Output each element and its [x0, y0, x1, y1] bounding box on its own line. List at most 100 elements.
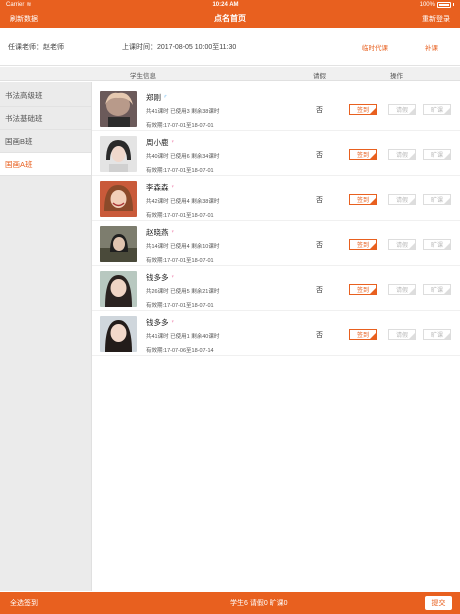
class-time-label: 上课时间：2017-08-05 10:00至11:30: [122, 43, 237, 51]
wifi-icon: ≋: [26, 2, 32, 8]
class-sidebar: 书法高级班 书法基础班 国画B班 国画A班: [0, 82, 92, 591]
sign-in-button[interactable]: 签到: [349, 194, 377, 205]
sidebar-item-label: 国画A班: [5, 159, 33, 169]
leave-status: 否: [316, 242, 323, 249]
submit-button[interactable]: 提交: [425, 596, 452, 610]
female-icon: ♀: [170, 228, 175, 235]
student-validity: 有效期:17-07-06至18-07-14: [146, 348, 214, 354]
table-row: 赵晓燕 ♀ 共14课时 已使用4 剩余10课时 有效期:17-07-01至18-…: [92, 221, 460, 266]
leave-button[interactable]: 请假: [388, 329, 416, 340]
makeup-class-button[interactable]: 补课: [425, 42, 438, 52]
leave-button[interactable]: 请假: [388, 104, 416, 115]
student-name-group: 周小鹿 ♀: [146, 137, 175, 148]
female-icon: ♀: [170, 183, 175, 190]
carrier-group: Carrier ≋: [6, 1, 32, 9]
student-hours: 共14课时 已使用4 剩余10课时: [146, 244, 220, 250]
leave-status: 否: [316, 107, 323, 114]
student-name: 周小鹿: [146, 138, 169, 147]
battery-tip: [452, 3, 454, 6]
leave-button[interactable]: 请假: [388, 194, 416, 205]
clock: 10:24 AM: [212, 1, 239, 8]
student-validity: 有效期:17-07-01至18-07-01: [146, 303, 214, 309]
sign-in-button[interactable]: 签到: [349, 149, 377, 160]
battery-percent: 100%: [419, 1, 435, 8]
battery-icon: [436, 1, 451, 8]
leave-status: 否: [316, 197, 323, 204]
table-row: 钱多多 ♀ 共26课时 已使用5 剩余21课时 有效期:17-07-01至18-…: [92, 266, 460, 311]
student-validity: 有效期:17-07-01至18-07-01: [146, 213, 214, 219]
attendance-stats: 学生6 请假0 旷课0: [230, 600, 288, 607]
student-hours: 共41课时 已使用1 剩余40课时: [146, 334, 220, 340]
teacher-label: 任课老师：赵老师: [8, 43, 64, 51]
table-row: 周小鹿 ♀ 共40课时 已使用6 剩余34课时 有效期:17-07-01至18-…: [92, 131, 460, 176]
leave-button[interactable]: 请假: [388, 239, 416, 250]
student-validity: 有效期:17-07-01至18-07-01: [146, 123, 214, 129]
student-name: 赵晓燕: [146, 228, 169, 237]
avatar: [100, 136, 137, 172]
leave-status: 否: [316, 152, 323, 159]
female-icon: ♀: [170, 138, 175, 145]
sidebar-item-painting-b[interactable]: 国画B班: [0, 130, 91, 153]
avatar: [100, 181, 137, 217]
battery-group: 100%: [419, 1, 454, 8]
student-name-group: 李森森 ♀: [146, 182, 175, 193]
table-row: 李森森 ♀ 共42课时 已使用4 剩余38课时 有效期:17-07-01至18-…: [92, 176, 460, 221]
sidebar-item-label: 国画B班: [5, 136, 33, 146]
carrier-label: Carrier: [6, 1, 25, 8]
sign-in-button[interactable]: 签到: [349, 239, 377, 250]
leave-status: 否: [316, 287, 323, 294]
absent-button[interactable]: 旷课: [423, 104, 451, 115]
student-validity: 有效期:17-07-01至18-07-01: [146, 168, 214, 174]
refresh-data-button[interactable]: 刷新数据: [10, 14, 38, 24]
select-all-sign-button[interactable]: 全选签到: [10, 598, 38, 608]
student-hours: 共42课时 已使用4 剩余38课时: [146, 199, 220, 205]
table-row: 郑刚 ♂ 共41课时 已使用3 剩余38课时 有效期:17-07-01至18-0…: [92, 86, 460, 131]
sidebar-item-calligraphy-basic[interactable]: 书法基础班: [0, 107, 91, 130]
bottom-bar: 全选签到 学生6 请假0 旷课0 提交: [0, 592, 460, 614]
student-name: 李森森: [146, 183, 169, 192]
absent-button[interactable]: 旷课: [423, 284, 451, 295]
student-name-group: 赵晓燕 ♀: [146, 227, 175, 238]
absent-button[interactable]: 旷课: [423, 194, 451, 205]
student-validity: 有效期:17-07-01至18-07-01: [146, 258, 214, 264]
sign-in-button[interactable]: 签到: [349, 284, 377, 295]
leave-status: 否: [316, 332, 323, 339]
avatar: [100, 316, 137, 352]
absent-button[interactable]: 旷课: [423, 149, 451, 160]
student-name-group: 郑刚 ♂: [146, 92, 167, 103]
absent-button[interactable]: 旷课: [423, 239, 451, 250]
nav-bar: 刷新数据 点名首页 重新登录: [0, 9, 460, 28]
leave-button[interactable]: 请假: [388, 284, 416, 295]
sidebar-item-calligraphy-advanced[interactable]: 书法高级班: [0, 84, 91, 107]
relogin-button[interactable]: 重新登录: [422, 14, 450, 24]
header-ops: 操作: [390, 73, 403, 80]
status-bar: Carrier ≋ 10:24 AM 100%: [0, 0, 460, 9]
avatar: [100, 226, 137, 262]
sidebar-item-label: 书法高级班: [5, 90, 43, 100]
student-name: 钱多多: [146, 318, 169, 327]
header-student-info: 学生信息: [130, 73, 156, 80]
male-icon: ♂: [163, 93, 168, 100]
leave-button[interactable]: 请假: [388, 149, 416, 160]
student-name-group: 钱多多 ♀: [146, 272, 175, 283]
table-row: 钱多多 ♀ 共41课时 已使用1 剩余40课时 有效期:17-07-06至18-…: [92, 311, 460, 356]
absent-button[interactable]: 旷课: [423, 329, 451, 340]
student-name: 郑刚: [146, 93, 161, 102]
student-list: 郑刚 ♂ 共41课时 已使用3 剩余38课时 有效期:17-07-01至18-0…: [92, 82, 460, 591]
sign-in-button[interactable]: 签到: [349, 104, 377, 115]
avatar: [100, 91, 137, 127]
student-name-group: 钱多多 ♀: [146, 317, 175, 328]
student-hours: 共26课时 已使用5 剩余21课时: [146, 289, 220, 295]
student-name: 钱多多: [146, 273, 169, 282]
avatar: [100, 271, 137, 307]
student-hours: 共41课时 已使用3 剩余38课时: [146, 109, 220, 115]
class-info-bar: 任课老师：赵老师 上课时间：2017-08-05 10:00至11:30 临时代…: [0, 28, 460, 66]
student-hours: 共40课时 已使用6 剩余34课时: [146, 154, 220, 160]
sidebar-item-label: 书法基础班: [5, 113, 43, 123]
temp-teacher-button[interactable]: 临时代课: [362, 42, 388, 52]
sidebar-item-painting-a[interactable]: 国画A班: [0, 153, 91, 176]
female-icon: ♀: [170, 318, 175, 325]
page-title: 点名首页: [214, 14, 246, 23]
sign-in-button[interactable]: 签到: [349, 329, 377, 340]
table-header: 学生信息 请假 操作: [0, 67, 460, 81]
